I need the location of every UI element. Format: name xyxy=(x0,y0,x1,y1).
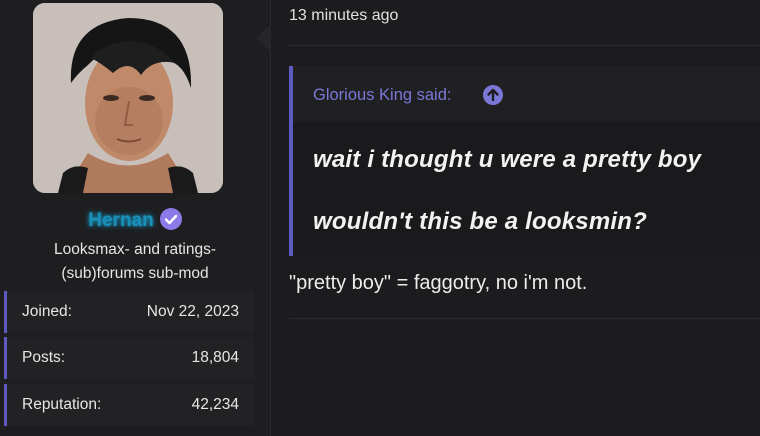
stat-label: Posts: xyxy=(22,349,66,366)
stat-label: Joined: xyxy=(22,303,72,320)
post-timestamp[interactable]: 13 minutes ago xyxy=(289,7,398,25)
stat-label: Reputation: xyxy=(22,396,102,413)
post-text: "pretty boy" = faggotry, no i'm not. xyxy=(289,272,588,294)
quote-line: wouldn't this be a looksmin? xyxy=(313,208,647,235)
quote-line: wait i thought u were a pretty boy xyxy=(313,146,702,173)
user-title: Looksmax- and ratings-(sub)forums sub-mo… xyxy=(54,241,216,282)
arrow-up-circle-icon[interactable] xyxy=(483,85,503,105)
username-link[interactable]: Hernan xyxy=(88,210,153,231)
stat-posts: Posts: 18,804 xyxy=(4,337,254,379)
user-panel: Hernan Looksmax- and ratings-(sub)forums… xyxy=(0,0,271,436)
footer-divider xyxy=(289,318,760,319)
stat-value[interactable]: 18,804 xyxy=(192,349,239,367)
quote-author[interactable]: Glorious King said: xyxy=(313,86,452,105)
message-notch xyxy=(256,24,271,52)
header-divider xyxy=(289,45,760,46)
avatar[interactable] xyxy=(33,3,223,193)
username-row: Hernan xyxy=(0,208,270,232)
quote-header: Glorious King said: xyxy=(293,66,760,122)
stat-joined: Joined: Nov 22, 2023 xyxy=(4,291,254,333)
avatar-portrait xyxy=(33,3,223,193)
verified-check-icon xyxy=(159,208,182,230)
post-body: 13 minutes ago Glorious King said: wait … xyxy=(271,0,760,436)
stat-value: Nov 22, 2023 xyxy=(146,303,239,320)
stat-reputation: Reputation: 42,234 xyxy=(4,384,254,426)
stat-value: 42,234 xyxy=(191,396,239,413)
quote-block: Glorious King said: wait i thought u wer… xyxy=(289,66,760,256)
